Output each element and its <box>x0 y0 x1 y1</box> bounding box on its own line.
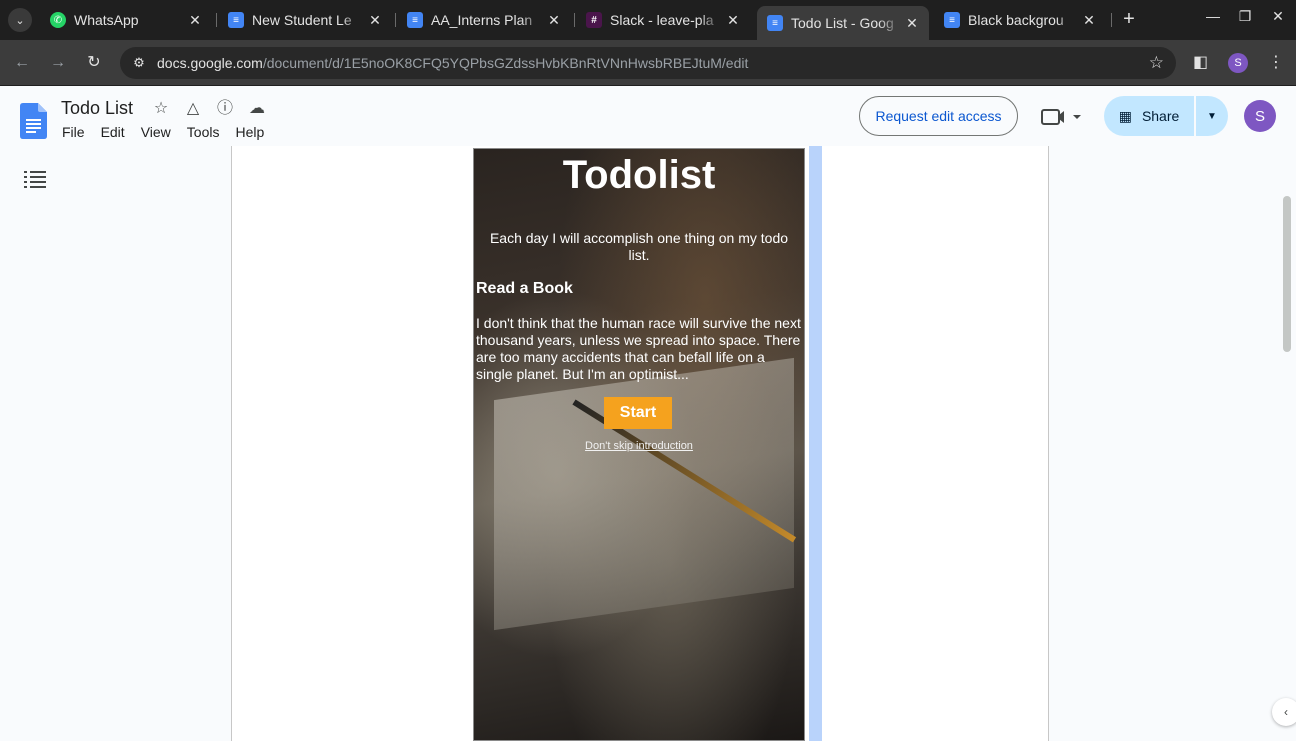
docs-icon: ≡ <box>767 15 783 31</box>
task-quote: I don't think that the human race will s… <box>476 315 801 382</box>
close-tab-icon[interactable]: ✕ <box>901 15 923 32</box>
vertical-scrollbar[interactable] <box>1283 196 1291 352</box>
task-title: Read a Book <box>476 280 573 297</box>
restore-icon[interactable]: ❐ <box>1233 8 1257 25</box>
whatsapp-icon: ✆ <box>50 12 66 28</box>
bookmark-star-icon[interactable]: ☆ <box>1149 53 1164 73</box>
meet-icon[interactable] <box>1040 105 1084 129</box>
app-heading: Todolist <box>562 153 716 197</box>
menu-tools[interactable]: Tools <box>187 124 220 140</box>
tab-divider <box>395 13 396 27</box>
embedded-app-screenshot[interactable]: Todolist Each day I will accomplish one … <box>473 148 805 741</box>
side-panel-icon[interactable]: ◧ <box>1193 52 1208 72</box>
browser-toolbar: ← → ↻ ⚙ docs.google.com/document/d/1E5no… <box>0 40 1296 86</box>
address-bar[interactable]: ⚙ docs.google.com/document/d/1E5noOK8CFQ… <box>120 47 1176 79</box>
close-tab-icon[interactable]: ✕ <box>1078 12 1100 29</box>
url-text[interactable]: docs.google.com/document/d/1E5noOK8CFQ5Y… <box>157 55 748 71</box>
menu-file[interactable]: File <box>62 124 85 140</box>
docs-icon: ≡ <box>407 12 423 28</box>
share-label: Share <box>1141 108 1180 124</box>
share-button[interactable]: ▦ Share <box>1104 96 1194 136</box>
docs-icon: ≡ <box>228 12 244 28</box>
star-icon[interactable]: ☆ <box>151 99 171 119</box>
close-window-icon[interactable]: ✕ <box>1266 8 1290 25</box>
tab-title: Black backgrou <box>968 12 1064 28</box>
close-tab-icon[interactable]: ✕ <box>364 12 386 29</box>
docs-icon: ≡ <box>944 12 960 28</box>
document-outline-icon[interactable] <box>24 170 46 188</box>
tab-title: Todo List - Goog <box>791 15 894 31</box>
document-title[interactable]: Todo List <box>61 98 133 119</box>
forward-icon[interactable]: → <box>47 52 69 74</box>
menu-bar: File Edit View Tools Help <box>62 124 280 140</box>
side-panel-toggle-icon[interactable]: ‹ <box>1272 698 1296 726</box>
move-to-drive-icon[interactable]: △ <box>183 99 203 119</box>
tab-title: New Student Le <box>252 12 352 28</box>
tab-aa-interns[interactable]: ≡ AA_Interns Plan ✕ <box>397 6 571 34</box>
url-path: /document/d/1E5noOK8CFQ5YQPbsGZdssHvbKBn… <box>262 55 749 71</box>
skip-introduction-link[interactable]: Don't skip introduction <box>474 440 804 452</box>
tab-whatsapp[interactable]: ✆ WhatsApp ✕ <box>40 6 212 34</box>
new-tab-icon[interactable]: + <box>1119 9 1139 29</box>
site-info-icon[interactable]: ⚙ <box>130 54 148 72</box>
back-icon[interactable]: ← <box>11 52 33 74</box>
tab-new-student[interactable]: ≡ New Student Le ✕ <box>218 6 392 34</box>
account-avatar[interactable]: S <box>1244 100 1276 132</box>
tab-divider <box>574 13 575 27</box>
document-canvas: Todolist Each day I will accomplish one … <box>0 146 1296 741</box>
slack-icon: # <box>586 12 602 28</box>
tab-black-background[interactable]: ≡ Black backgrou ✕ <box>934 6 1106 34</box>
app-subtitle: Each day I will accomplish one thing on … <box>489 230 789 263</box>
close-tab-icon[interactable]: ✕ <box>543 12 565 29</box>
share-dropdown-icon[interactable]: ▼ <box>1196 96 1228 136</box>
reload-icon[interactable]: ↻ <box>83 52 105 74</box>
google-docs-logo-icon[interactable] <box>20 103 47 139</box>
document-info-icon[interactable]: ⓘ <box>215 99 235 119</box>
tab-divider <box>216 13 217 27</box>
cloud-status-icon[interactable]: ☁ <box>247 99 267 119</box>
menu-edit[interactable]: Edit <box>101 124 125 140</box>
close-tab-icon[interactable]: ✕ <box>184 12 206 29</box>
more-menu-icon[interactable]: ⋮ <box>1268 52 1284 72</box>
tab-title: AA_Interns Plan <box>431 12 533 28</box>
url-host: docs.google.com <box>157 55 263 71</box>
start-button[interactable]: Start <box>604 397 672 429</box>
share-building-icon: ▦ <box>1118 107 1132 124</box>
docs-header: Todo List ☆ △ ⓘ ☁ File Edit View Tools H… <box>0 87 1296 146</box>
browser-tab-strip: ⌄ ✆ WhatsApp ✕ ≡ New Student Le ✕ ≡ AA_I… <box>0 0 1296 40</box>
tab-divider <box>1111 13 1112 27</box>
tab-slack[interactable]: # Slack - leave-pla ✕ <box>576 6 750 34</box>
profile-avatar[interactable]: S <box>1228 53 1248 73</box>
menu-help[interactable]: Help <box>235 124 264 140</box>
tab-todo-list[interactable]: ≡ Todo List - Goog ✕ <box>757 6 929 40</box>
menu-view[interactable]: View <box>141 124 171 140</box>
tab-title: Slack - leave-pla <box>610 12 714 28</box>
tab-search-icon[interactable]: ⌄ <box>8 8 32 32</box>
close-tab-icon[interactable]: ✕ <box>722 12 744 29</box>
image-selection-highlight <box>809 146 822 741</box>
tab-title: WhatsApp <box>74 12 139 28</box>
request-edit-access-button[interactable]: Request edit access <box>859 96 1018 136</box>
minimize-icon[interactable]: — <box>1201 8 1225 24</box>
